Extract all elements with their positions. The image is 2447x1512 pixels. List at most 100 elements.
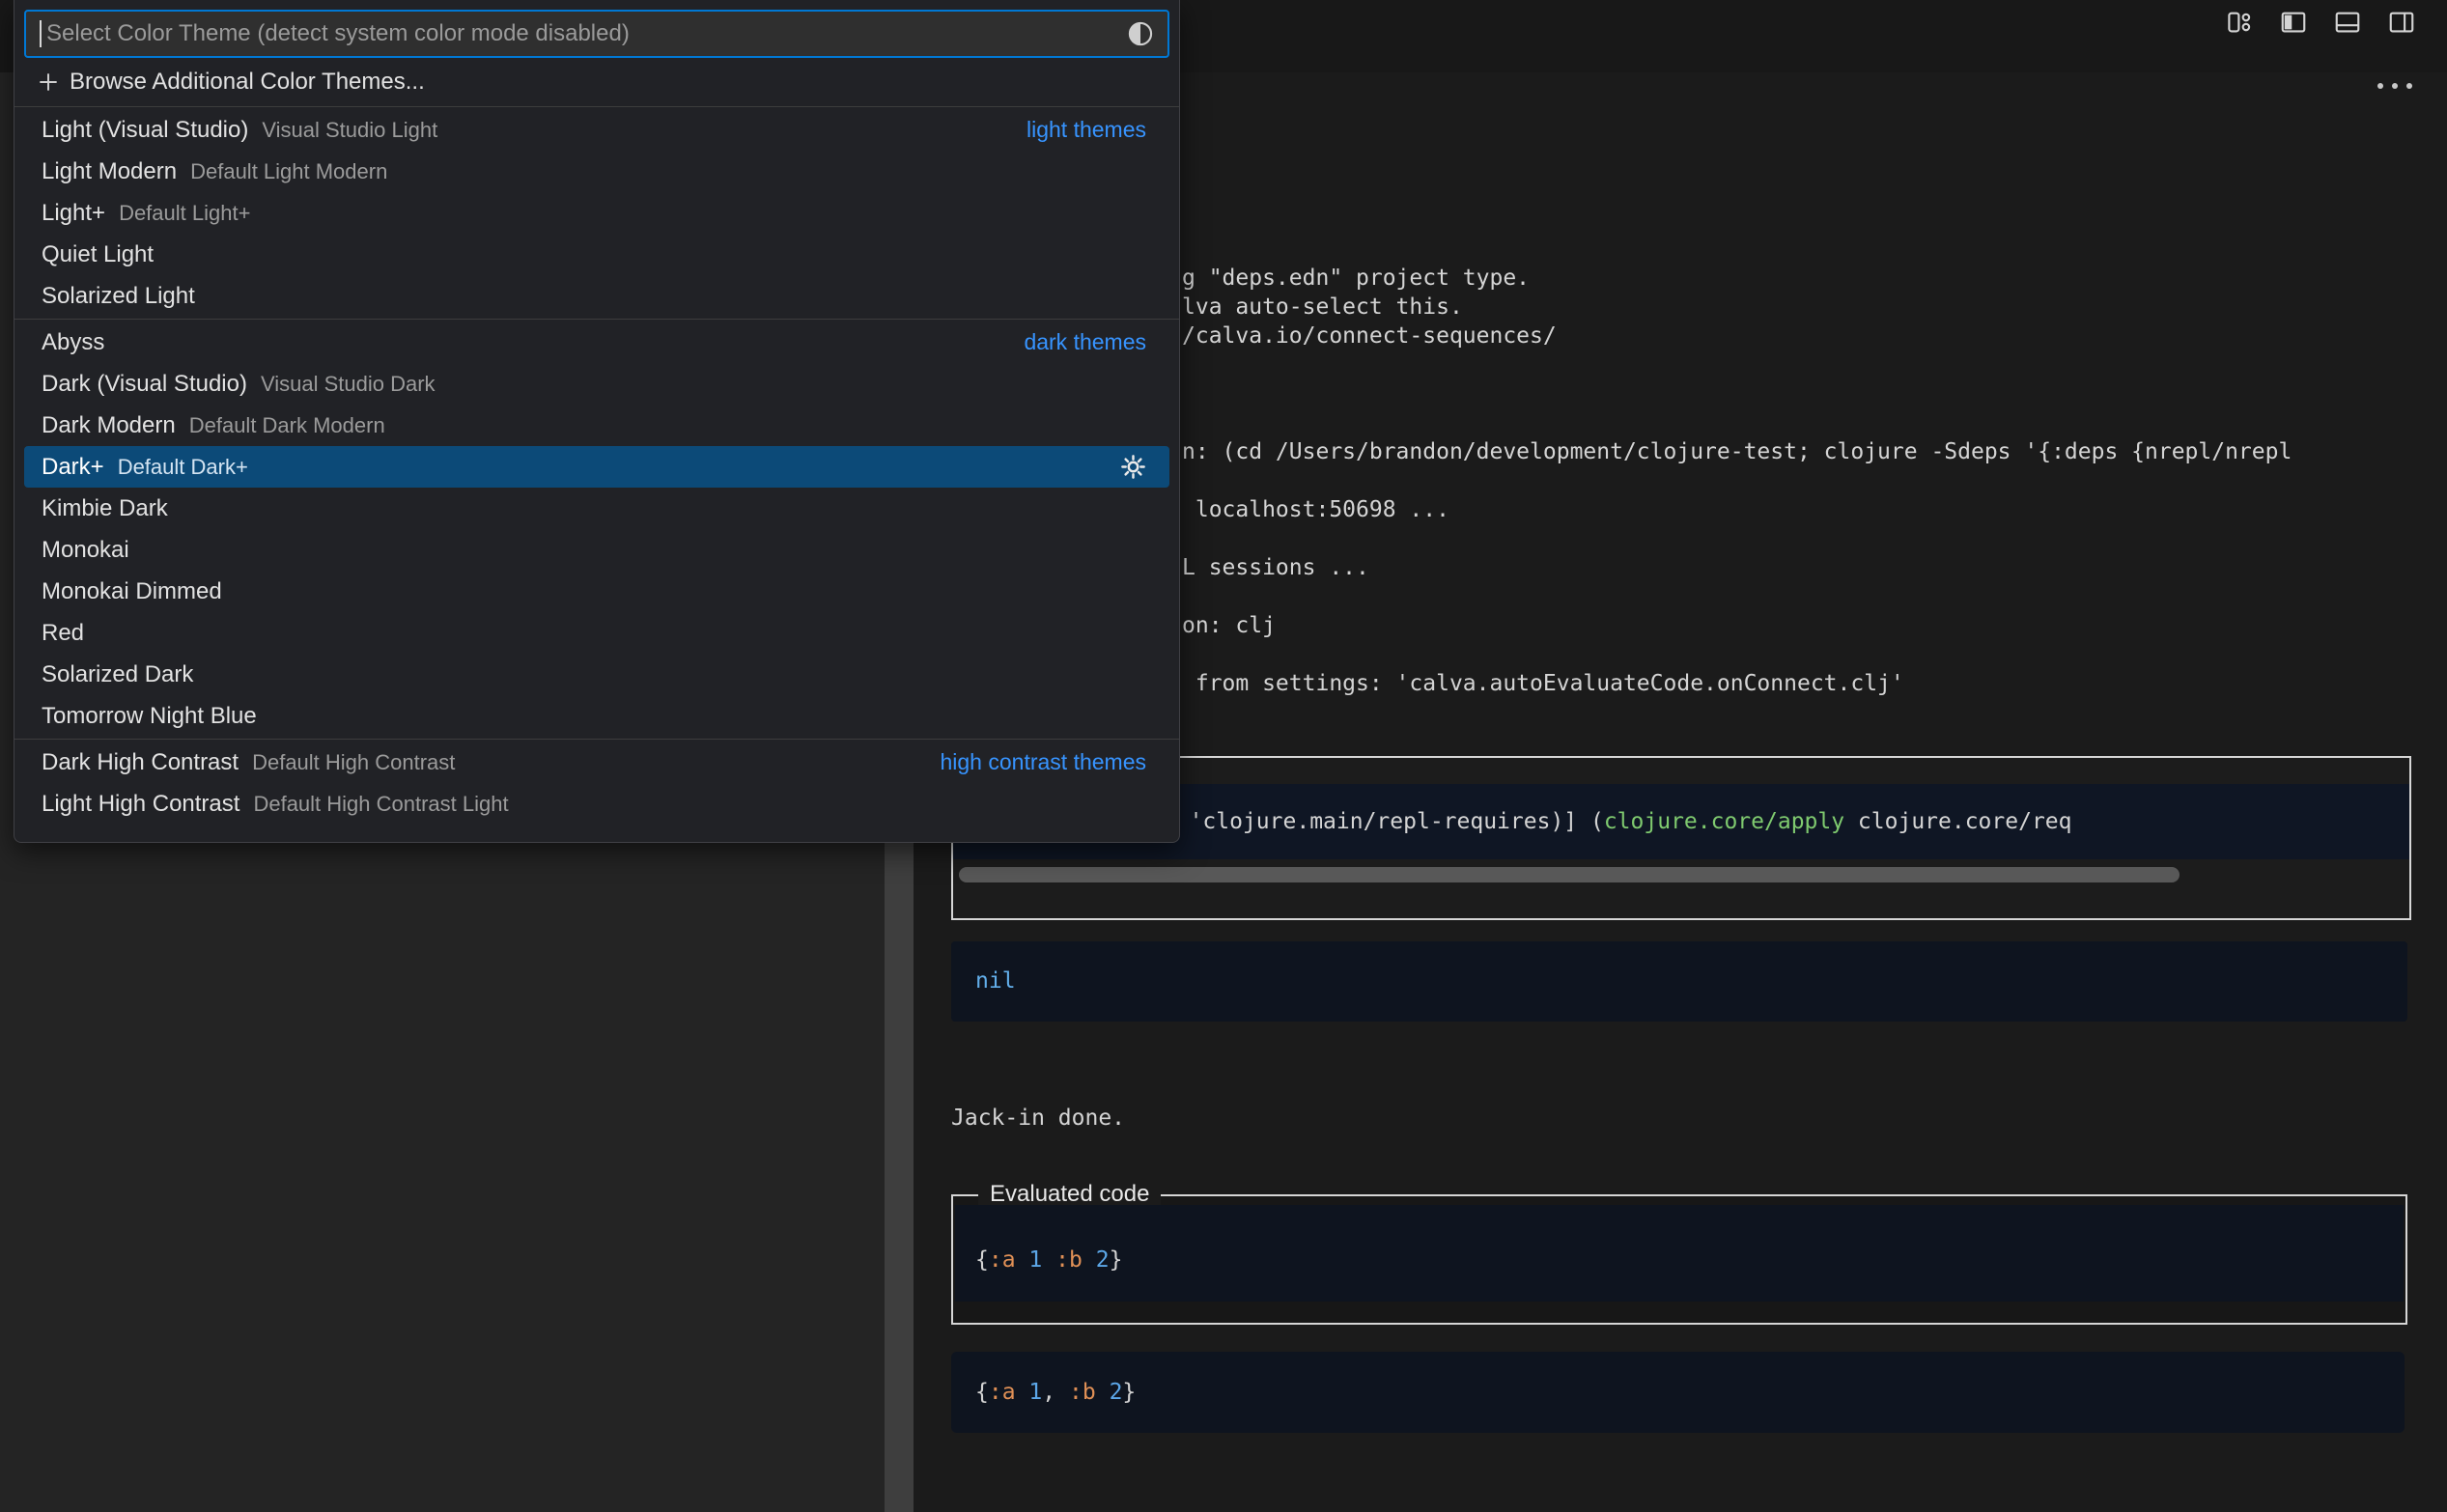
theme-item-dark-high-contrast[interactable]: Dark High Contrast Default High Contrast h…	[24, 742, 1169, 783]
code-token: 1	[1028, 1247, 1042, 1273]
browse-additional-themes-item[interactable]: Browse Additional Color Themes...	[24, 60, 1169, 104]
theme-item-light[interactable]: Light+Default Light+	[24, 192, 1169, 234]
result-box: {:a 1, :b 2}	[951, 1352, 2405, 1433]
code-token: :b	[1069, 1380, 1096, 1405]
code-token	[1016, 1247, 1029, 1273]
toggle-secondary-sidebar-icon[interactable]	[2387, 8, 2416, 37]
code-token: ,	[1042, 1380, 1055, 1405]
nil-result-text: nil	[951, 941, 2407, 995]
theme-description: Visual Studio Light	[262, 118, 437, 143]
group-label: high contrast themes	[940, 749, 1146, 775]
jack-in-line: n: (cd /Users/brandon/development/clojur…	[1182, 437, 2292, 466]
theme-label: Tomorrow Night Blue	[42, 703, 257, 730]
theme-label: Dark High Contrast	[42, 749, 239, 776]
theme-label: Monokai	[42, 537, 129, 564]
code-token: }	[1122, 1380, 1136, 1405]
repl-jack-in-lines: n: (cd /Users/brandon/development/clojur…	[1182, 437, 2292, 727]
console-line: /calva.io/connect-sequences/	[1182, 322, 1557, 350]
quick-pick-separator	[14, 106, 1179, 107]
theme-item-dark-visual-studio[interactable]: Dark (Visual Studio)Visual Studio Dark	[24, 363, 1169, 405]
code-token: 'clojure.main/repl-requires)] (	[1176, 809, 1604, 834]
code-token: :b	[1055, 1247, 1083, 1273]
result-code-line: {:a 1, :b 2}	[951, 1352, 2405, 1407]
theme-item-abyss[interactable]: Abyss dark themes	[24, 322, 1169, 363]
code-token	[1096, 1380, 1110, 1405]
theme-label: Monokai Dimmed	[42, 578, 222, 605]
evaluated-code-highlight: {:a 1 :b 2}	[955, 1205, 2404, 1302]
theme-description: Default Light Modern	[190, 159, 387, 184]
ellipsis-icon	[2377, 83, 2383, 89]
theme-label: Light+	[42, 200, 105, 227]
editor-more-actions-button[interactable]	[2377, 83, 2412, 89]
theme-item-dark[interactable]: Dark+ Default Dark+	[24, 446, 1169, 488]
jack-in-line: on: clj	[1182, 611, 2292, 640]
theme-label: Dark Modern	[42, 412, 176, 439]
code-token: {	[975, 1380, 989, 1405]
quick-pick-placeholder: Select Color Theme (detect system color …	[46, 20, 630, 47]
code-token: :a	[989, 1247, 1016, 1273]
theme-item-monokai-dimmed[interactable]: Monokai Dimmed	[24, 571, 1169, 612]
theme-item-light-high-contrast[interactable]: Light High Contrast Default High Contrast…	[24, 783, 1169, 825]
jack-in-line: from settings: 'calva.autoEvaluateCode.o…	[1182, 669, 2292, 698]
jack-in-done-text: Jack-in done.	[951, 1104, 1125, 1133]
theme-label: Abyss	[42, 329, 104, 356]
jack-in-line: localhost:50698 ...	[1182, 495, 2292, 524]
group-label: dark themes	[1024, 329, 1146, 355]
evaluated-code-box: Evaluated code {:a 1 :b 2}	[951, 1194, 2407, 1325]
theme-item-monokai[interactable]: Monokai	[24, 529, 1169, 571]
theme-item-solarized-light[interactable]: Solarized Light	[24, 275, 1169, 317]
quick-pick-panel: Select Color Theme (detect system color …	[14, 0, 1180, 843]
code-token: }	[1110, 1247, 1123, 1273]
theme-label: Light Modern	[42, 158, 177, 185]
nil-result-box: nil	[951, 941, 2407, 1022]
jack-in-line: L sessions ...	[1182, 553, 2292, 582]
theme-label: Light (Visual Studio)	[42, 117, 248, 144]
ellipsis-icon	[2392, 83, 2398, 89]
plus-icon	[36, 70, 61, 95]
theme-item-red[interactable]: Red	[24, 612, 1169, 654]
code-token: clojure.core/req	[1844, 809, 2071, 834]
repl-console-lines: g "deps.edn" project type.lva auto-selec…	[1182, 264, 1557, 350]
console-line: g "deps.edn" project type.	[1182, 264, 1557, 293]
theme-description: Default High Contrast Light	[253, 792, 508, 817]
evaluated-code-line: {:a 1 :b 2}	[955, 1205, 2404, 1274]
browse-label: Browse Additional Color Themes...	[70, 69, 425, 96]
code-token: nil	[975, 968, 1016, 994]
theme-item-light-modern[interactable]: Light Modern Default Light Modern	[24, 151, 1169, 192]
title-bar-actions	[2225, 8, 2416, 37]
theme-label: Solarized Light	[42, 283, 195, 310]
quick-pick-separator	[14, 319, 1179, 320]
theme-label: Solarized Dark	[42, 661, 193, 688]
gear-icon[interactable]	[1120, 454, 1146, 480]
theme-item-kimbie-dark[interactable]: Kimbie Dark	[24, 488, 1169, 529]
color-mode-icon[interactable]	[1127, 20, 1154, 47]
theme-label: Red	[42, 620, 84, 647]
theme-label: Kimbie Dark	[42, 495, 168, 522]
theme-label: Dark+	[42, 454, 104, 481]
group-label: light themes	[1027, 117, 1146, 143]
theme-item-solarized-dark[interactable]: Solarized Dark	[24, 654, 1169, 695]
theme-description: Default High Contrast	[252, 750, 455, 775]
customize-layout-icon[interactable]	[2225, 8, 2254, 37]
theme-item-dark-modern[interactable]: Dark Modern Default Dark Modern	[24, 405, 1169, 446]
code-token	[1083, 1247, 1096, 1273]
toggle-primary-sidebar-icon[interactable]	[2279, 8, 2308, 37]
theme-item-tomorrow-night-blue[interactable]: Tomorrow Night Blue	[24, 695, 1169, 737]
theme-item-quiet-light[interactable]: Quiet Light	[24, 234, 1169, 275]
text-caret	[40, 20, 42, 47]
code-token: 2	[1096, 1247, 1110, 1273]
code-token	[1042, 1247, 1055, 1273]
theme-item-light-visual-studio[interactable]: Light (Visual Studio) Visual Studio Light…	[24, 109, 1169, 151]
toggle-panel-icon[interactable]	[2333, 8, 2362, 37]
theme-description: Default Dark+	[118, 455, 248, 480]
theme-label: Light High Contrast	[42, 791, 239, 818]
console-line: lva auto-select this.	[1182, 293, 1557, 322]
theme-label: Quiet Light	[42, 241, 154, 268]
code-token	[1016, 1380, 1029, 1405]
quick-pick-input[interactable]: Select Color Theme (detect system color …	[24, 10, 1169, 58]
horizontal-scrollbar-thumb[interactable]	[959, 867, 2180, 882]
code-token	[1055, 1380, 1069, 1405]
theme-description: Default Dark Modern	[189, 413, 385, 438]
code-token: :a	[989, 1380, 1016, 1405]
quick-pick-list: Browse Additional Color Themes... Light …	[14, 60, 1179, 825]
